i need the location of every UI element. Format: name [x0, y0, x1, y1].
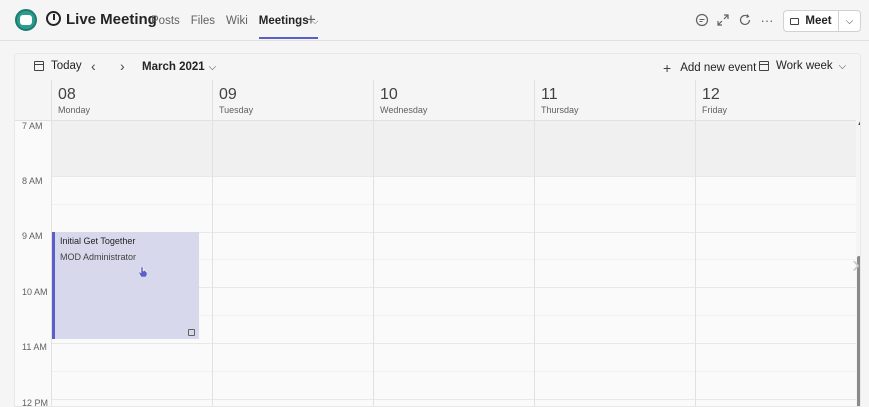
tab-wiki[interactable]: Wiki: [226, 15, 248, 27]
time-grid[interactable]: 7 AM 8 AM 9 AM 10 AM 11 AM 12 PM Initial…: [15, 121, 856, 407]
meet-button[interactable]: Meet: [783, 10, 839, 32]
chevron-down-icon: ⌵: [208, 62, 217, 73]
day-name: Wednesday: [380, 105, 428, 115]
tab-label: Posts: [151, 15, 180, 27]
half-hour-line: [51, 371, 856, 372]
day-number: 09: [219, 86, 237, 103]
tab-label: Files: [190, 15, 216, 27]
calendar-toolbar: Today ‹ › March 2021 ⌵ + Add new event Wo…: [15, 54, 860, 80]
add-tab-button[interactable]: +: [306, 10, 316, 30]
hour-line: [51, 343, 856, 344]
hour-line: [51, 176, 856, 177]
today-label: Today: [51, 60, 82, 72]
add-event-label: Add new event: [680, 62, 757, 74]
view-selector[interactable]: Work week ⌵: [759, 60, 846, 72]
tab-bar: Posts Files Wiki Meetings ⌵: [151, 15, 329, 39]
expand-icon[interactable]: [715, 12, 731, 28]
day-number: 10: [380, 86, 398, 103]
tab-label: Meetings: [258, 15, 309, 27]
day-header-friday[interactable]: 12 Friday: [695, 80, 856, 121]
hour-line: [51, 399, 856, 400]
day-header-monday[interactable]: 08 Monday: [51, 80, 212, 121]
time-label: 8 AM: [22, 176, 43, 186]
day-header-wednesday[interactable]: 10 Wednesday: [373, 80, 534, 121]
column-divider: [534, 121, 535, 406]
day-number: 12: [702, 86, 720, 103]
day-name: Monday: [58, 105, 91, 115]
more-icon[interactable]: ···: [759, 12, 775, 28]
calendar-icon: [34, 61, 44, 71]
hand-cursor-icon: [139, 267, 147, 277]
app-logo-icon: [15, 9, 37, 31]
day-header-tuesday[interactable]: 09 Tuesday: [212, 80, 373, 121]
add-new-event-button[interactable]: + Add new event: [663, 60, 756, 76]
tab-files[interactable]: Files: [191, 15, 215, 27]
view-label: Work week: [776, 60, 833, 72]
column-divider: [212, 121, 213, 406]
chevron-down-icon: ⌵: [845, 15, 854, 27]
day-header-thursday[interactable]: 11 Thursday: [534, 80, 695, 121]
tab-posts[interactable]: Posts: [151, 15, 180, 27]
half-hour-line: [51, 204, 856, 205]
meet-dropdown-button[interactable]: ⌵: [838, 10, 861, 32]
scroll-up-arrow-icon[interactable]: ▲: [857, 121, 860, 127]
chevron-right-icon[interactable]: ›: [852, 250, 869, 280]
off-hours-band: [51, 121, 856, 176]
calendar-view-icon: [759, 61, 769, 71]
time-label: 10 AM: [22, 287, 48, 297]
column-divider: [373, 121, 374, 406]
time-gutter-header: [15, 80, 51, 121]
app-header: Live Meeting Posts Files Wiki Meetings ⌵ …: [0, 0, 869, 41]
day-number: 08: [58, 86, 76, 103]
day-number: 11: [541, 86, 558, 103]
month-picker[interactable]: March 2021 ⌵: [142, 61, 216, 73]
week-grid: 08 Monday 09 Tuesday 10 Wednesday 11 Thu…: [15, 80, 860, 407]
refresh-icon[interactable]: [737, 12, 753, 28]
time-label: 11 AM: [22, 342, 47, 352]
column-divider: [695, 121, 696, 406]
tab-label: Wiki: [226, 15, 248, 27]
chevron-down-icon: ⌵: [838, 60, 847, 72]
time-label: 12 PM: [22, 398, 49, 407]
time-label: 9 AM: [22, 231, 43, 241]
month-label: March 2021: [142, 61, 205, 73]
teams-meeting-icon: [188, 329, 195, 336]
plus-icon: +: [663, 60, 672, 76]
clock-icon: [46, 11, 61, 26]
time-label: 7 AM: [22, 121, 43, 131]
day-name: Thursday: [541, 105, 579, 115]
calendar: Today ‹ › March 2021 ⌵ + Add new event Wo…: [14, 53, 861, 407]
day-name: Friday: [702, 105, 728, 115]
event-organizer: MOD Administrator: [60, 252, 137, 262]
app-title: Live Meeting: [66, 11, 157, 28]
day-name: Tuesday: [219, 105, 254, 115]
chat-icon[interactable]: [694, 12, 710, 28]
today-button[interactable]: Today: [34, 60, 82, 72]
previous-week-button[interactable]: ‹: [91, 58, 96, 74]
next-week-button[interactable]: ›: [120, 58, 125, 74]
video-camera-icon: [790, 17, 800, 25]
calendar-event[interactable]: Initial Get Together MOD Administrator: [52, 232, 199, 339]
event-title: Initial Get Together: [60, 236, 136, 246]
meet-label: Meet: [805, 15, 832, 27]
vertical-scrollbar[interactable]: ▲: [856, 80, 860, 406]
